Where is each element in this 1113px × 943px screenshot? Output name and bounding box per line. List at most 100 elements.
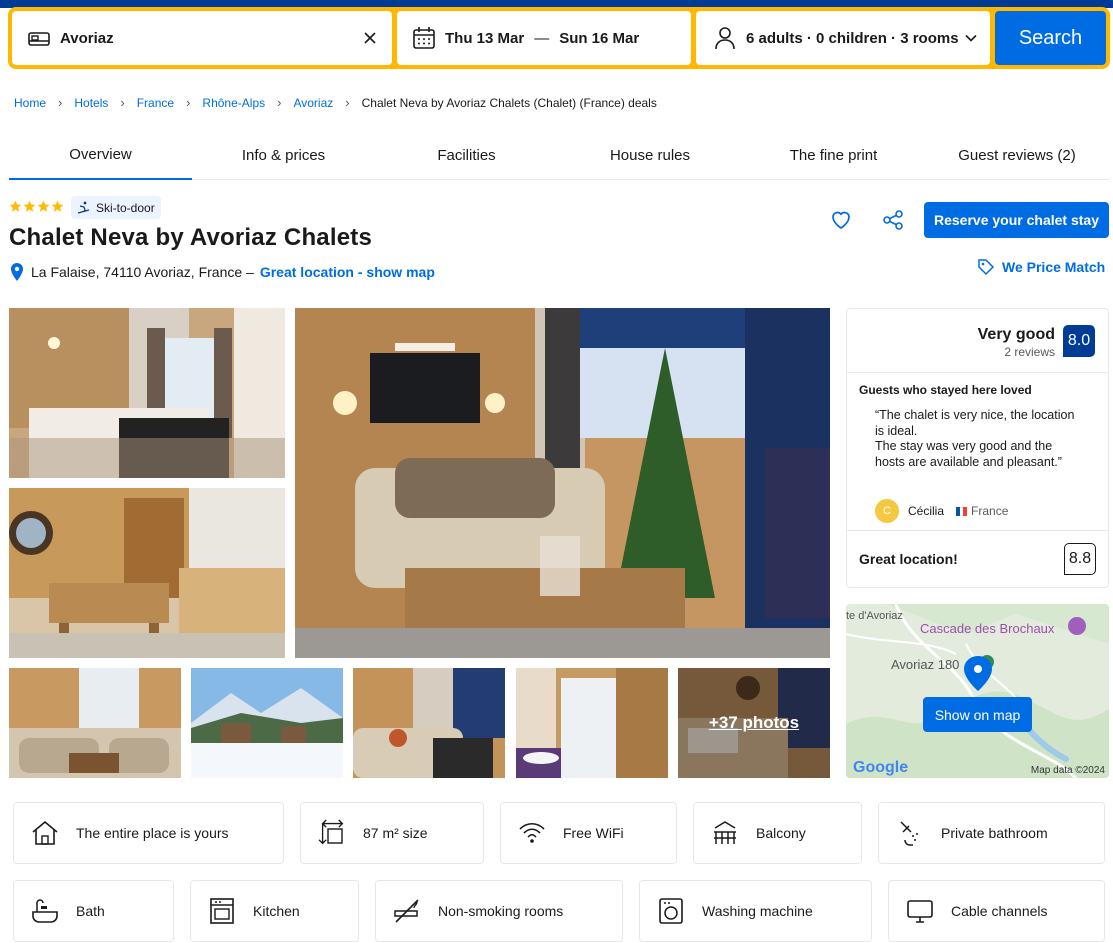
facility-private-bathroom: Private bathroom [878, 802, 1105, 864]
breadcrumb-hotels[interactable]: Hotels [74, 96, 108, 110]
photo-living-room[interactable] [295, 308, 830, 658]
calendar-icon [413, 27, 435, 49]
google-logo-text: Google [853, 759, 909, 776]
reserve-button[interactable]: Reserve your chalet stay [924, 202, 1109, 238]
location-score-label: Great location! [859, 551, 958, 567]
ski-badge-label: Ski-to-door [96, 200, 155, 215]
lounge-image [9, 668, 181, 778]
facility-label: The entire place is yours [76, 825, 229, 841]
breadcrumb-country[interactable]: France [137, 96, 174, 110]
photo-lounge[interactable] [9, 668, 181, 778]
map-attribution: Map data ©2024 [1030, 765, 1105, 776]
star-icon [37, 200, 50, 212]
star-icon [9, 200, 22, 212]
living-room-image [295, 308, 830, 658]
facility-wifi: Free WiFi [500, 802, 677, 864]
tab-guest-reviews[interactable]: Guest reviews (2) [925, 130, 1109, 180]
map-label-top: te d'Avoriaz [846, 610, 903, 622]
tv-icon [907, 900, 933, 923]
destination-value: Avoriaz [60, 29, 114, 47]
breadcrumb-city[interactable]: Avoriaz [293, 96, 333, 110]
address-text: La Falaise, 74110 Avoriaz, France – [31, 264, 254, 280]
facility-label: 87 m² size [363, 825, 428, 841]
photo-dining[interactable] [9, 488, 285, 658]
facility-label: Washing machine [702, 903, 813, 919]
photo-bedroom[interactable] [9, 308, 285, 478]
ski-to-door-badge: Ski-to-door [71, 196, 161, 219]
skier-icon [77, 201, 90, 214]
bedroom-image [9, 308, 285, 478]
person-icon [715, 27, 735, 50]
property-address: La Falaise, 74110 Avoriaz, France – Grea… [9, 262, 435, 282]
facility-cable-channels: Cable channels [888, 880, 1105, 942]
facility-kitchen: Kitchen [190, 880, 359, 942]
review-quote-text: “The chalet is very nice, the location i… [875, 408, 1075, 469]
checkin-date: Thu 13 Mar [445, 29, 525, 47]
review-score-badge[interactable]: 8.0 [1063, 325, 1095, 357]
balcony-icon [714, 821, 736, 844]
photo-snow-view[interactable] [191, 668, 343, 778]
facility-size: 87 m² size [300, 802, 484, 864]
photo-more[interactable]: +37 photos [678, 668, 830, 778]
date-field[interactable]: Thu 13 Mar — Sun 16 Mar [397, 11, 691, 65]
tab-overview[interactable]: Overview [9, 130, 192, 180]
facility-label: Free WiFi [563, 825, 624, 841]
no-smoking-icon [394, 899, 419, 923]
tab-fine-print[interactable]: The fine print [742, 130, 925, 180]
sofa-image [353, 668, 505, 778]
photo-bathroom[interactable] [516, 668, 668, 778]
facility-bath: Bath [13, 880, 174, 942]
google-logo: Google [853, 759, 908, 777]
search-bar: Avoriaz Thu 13 Mar — Sun 16 Mar 6 adults… [8, 7, 1110, 69]
map-label-poi: Cascade des Brochaux [920, 621, 1055, 636]
breadcrumb-current: Chalet Neva by Avoriaz Chalets (Chalet) … [361, 95, 657, 110]
facility-label: Balcony [756, 825, 806, 841]
heart-icon[interactable] [829, 208, 853, 232]
chevron-down-icon [965, 34, 977, 42]
price-match-link[interactable]: We Price Match [977, 258, 1105, 276]
review-count[interactable]: 2 reviews [1004, 345, 1055, 359]
map-preview[interactable]: te d'Avoriaz Cascade des Brochaux Avoria… [846, 604, 1109, 778]
dining-image [9, 488, 285, 658]
star-rating [9, 200, 64, 213]
size-icon [318, 819, 344, 845]
guests-field[interactable]: 6 adults · 0 children · 3 rooms [696, 11, 990, 65]
tab-info-prices[interactable]: Info & prices [192, 130, 375, 180]
avatar: C [875, 499, 899, 523]
show-map-link[interactable]: Great location - show map [260, 264, 435, 280]
breadcrumb-home[interactable]: Home [14, 96, 46, 110]
bath-icon [32, 899, 58, 923]
map-label-town: Avoriaz 180 [891, 657, 960, 672]
house-icon [32, 820, 58, 845]
clear-icon[interactable] [362, 30, 378, 46]
facility-washing-machine: Washing machine [639, 880, 872, 942]
tab-house-rules[interactable]: House rules [558, 130, 742, 180]
facility-non-smoking: Non-smoking rooms [375, 880, 623, 942]
facility-label: Private bathroom [941, 825, 1048, 841]
destination-field[interactable]: Avoriaz [12, 11, 392, 65]
tab-facilities[interactable]: Facilities [375, 130, 558, 180]
location-pin-icon [11, 263, 23, 281]
price-match-label: We Price Match [1002, 259, 1106, 275]
share-icon[interactable] [881, 208, 905, 232]
photo-sofa[interactable] [353, 668, 505, 778]
date-separator: — [534, 29, 550, 47]
property-title: Chalet Neva by Avoriaz Chalets [9, 224, 373, 251]
show-on-map-button[interactable]: Show on map [923, 697, 1032, 732]
facility-entire-place: The entire place is yours [13, 802, 284, 864]
guests-value: 6 adults · 0 children · 3 rooms [746, 29, 959, 47]
search-button[interactable]: Search [995, 11, 1106, 65]
chevron-right-icon: › [58, 95, 63, 110]
breadcrumb-region[interactable]: Rhône-Alps [202, 96, 265, 110]
review-score-label: Very good [977, 326, 1055, 343]
more-photos-link[interactable]: +37 photos [678, 668, 830, 778]
chevron-right-icon: › [186, 95, 191, 110]
facility-balcony: Balcony [693, 802, 862, 864]
snow-view-image [191, 668, 343, 778]
star-icon [51, 200, 64, 212]
reviewer-country: France [971, 504, 1009, 518]
breadcrumb: Home › Hotels › France › Rhône-Alps › Av… [14, 95, 657, 110]
review-summary-card: Very good 2 reviews 8.0 Guests who staye… [846, 308, 1109, 588]
wifi-icon [519, 822, 545, 843]
review-quote: “The chalet is very nice, the location i… [875, 408, 1075, 470]
